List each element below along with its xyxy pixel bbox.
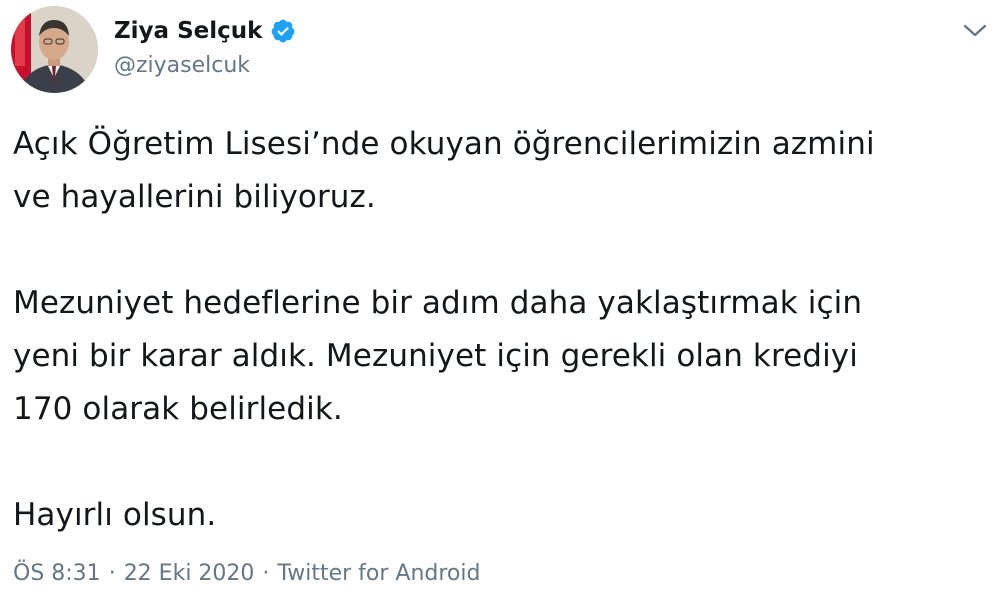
tweet-metadata: ÖS 8:31 · 22 Eki 2020 · Twitter for Andr…: [13, 559, 480, 589]
chevron-down-icon[interactable]: [962, 22, 988, 40]
tweet-time[interactable]: ÖS 8:31: [13, 559, 101, 589]
avatar-photo: [11, 6, 98, 93]
display-name[interactable]: Ziya Selçuk: [114, 16, 262, 46]
tweet-paragraph-3: Hayırlı olsun.: [13, 497, 217, 533]
author-name-row[interactable]: Ziya Selçuk: [114, 16, 296, 46]
author-handle[interactable]: @ziyaselcuk: [114, 52, 250, 80]
tweet-date[interactable]: 22 Eki 2020: [124, 559, 255, 589]
meta-separator: ·: [262, 561, 270, 586]
tweet-source[interactable]: Twitter for Android: [277, 559, 480, 589]
meta-separator: ·: [108, 561, 116, 586]
verified-badge-icon: [270, 18, 296, 44]
tweet-text: Açık Öğretim Lisesi’nde okuyan öğrencile…: [13, 118, 988, 542]
tweet-card: Ziya Selçuk @ziyaselcuk Açık Öğretim Lis…: [0, 0, 1000, 600]
tweet-paragraph-2: Mezuniyet hedeflerine bir adım daha yakl…: [13, 285, 863, 427]
tweet-paragraph-1: Açık Öğretim Lisesi’nde okuyan öğrencile…: [13, 126, 875, 215]
avatar[interactable]: [11, 6, 98, 93]
